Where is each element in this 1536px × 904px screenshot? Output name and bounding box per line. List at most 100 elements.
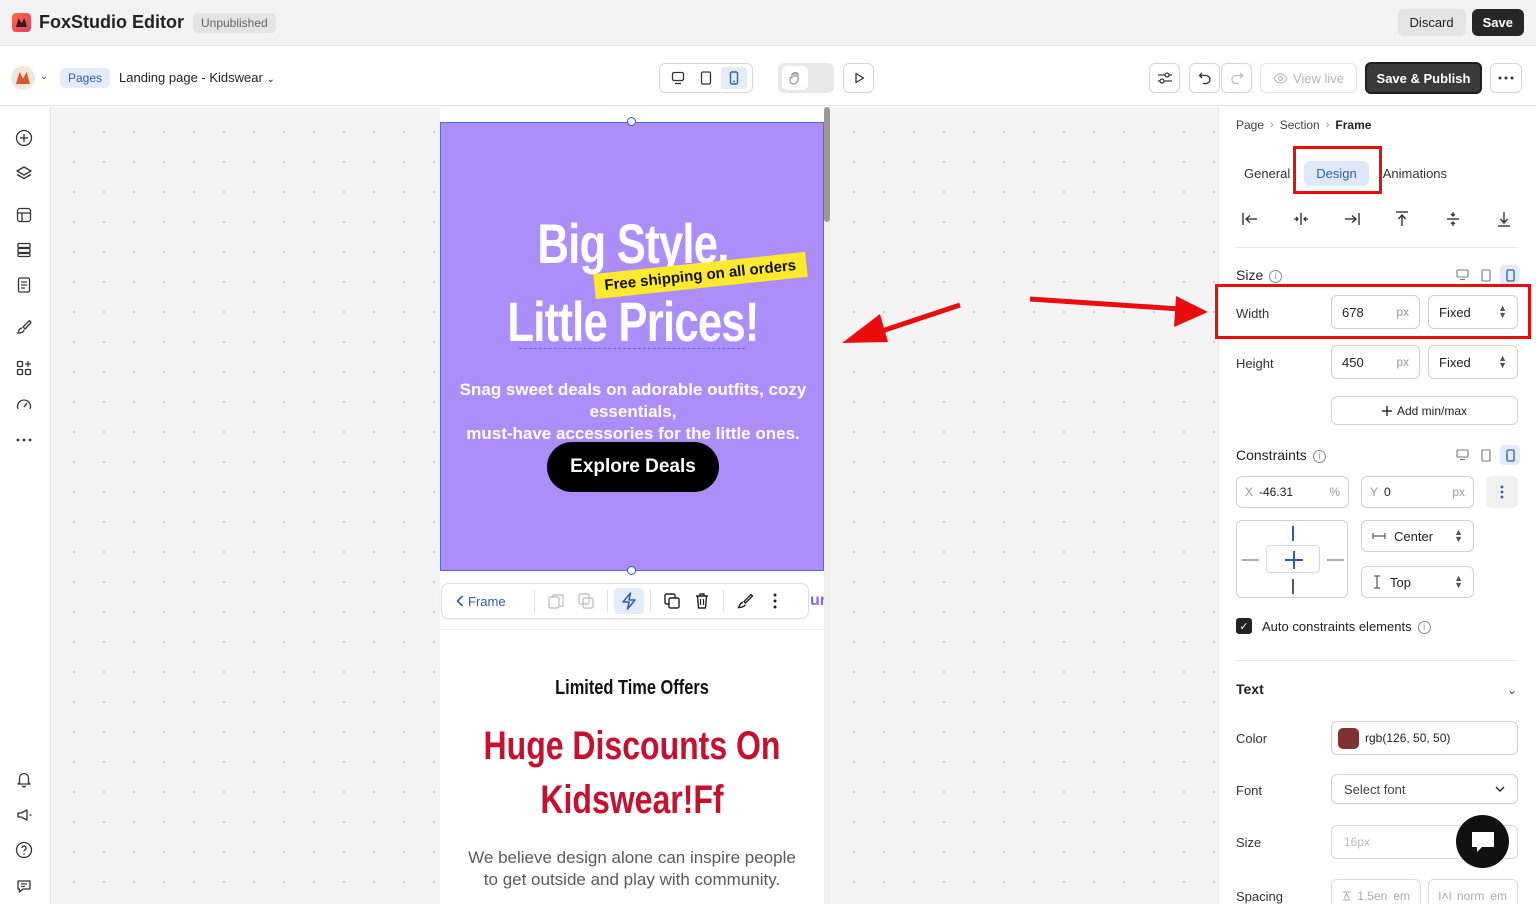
- bell-icon[interactable]: [14, 769, 34, 789]
- height-mode-select[interactable]: Fixed ▲ ▼: [1428, 345, 1518, 379]
- font-select[interactable]: Select font: [1331, 774, 1518, 804]
- interaction-button[interactable]: [614, 588, 644, 614]
- support-chat-button[interactable]: [1456, 815, 1509, 868]
- tablet-icon[interactable]: [1476, 445, 1496, 465]
- help-icon[interactable]: [14, 840, 34, 860]
- info-icon[interactable]: i: [1269, 270, 1283, 283]
- chevron-down-icon[interactable]: ⌄: [40, 71, 48, 82]
- chat-icon[interactable]: [14, 876, 34, 896]
- annotation-highlight-width-row: [1215, 284, 1531, 339]
- constraints-more-button[interactable]: [1486, 476, 1518, 508]
- resize-handle-bottom[interactable]: [627, 566, 636, 575]
- view-live-button[interactable]: View live: [1260, 63, 1357, 93]
- mobile-icon[interactable]: [1500, 265, 1520, 285]
- color-swatch[interactable]: [1338, 727, 1359, 749]
- duplicate-button[interactable]: [657, 588, 687, 614]
- section2-kicker[interactable]: Limited Time Offers: [475, 677, 790, 700]
- style-button[interactable]: [730, 588, 760, 614]
- preview-button[interactable]: [843, 63, 874, 93]
- hero-section[interactable]: Big Style, Little Prices! Free shipping …: [440, 122, 824, 571]
- select-child-button[interactable]: [571, 588, 601, 614]
- mobile-icon[interactable]: [1500, 445, 1520, 465]
- section2-heading[interactable]: Huge Discounts On Kidswear!Ff: [478, 719, 785, 827]
- breadcrumb-section[interactable]: Section: [1280, 118, 1320, 132]
- add-minmax-button[interactable]: Add min/max: [1331, 396, 1518, 425]
- tablet-view-button[interactable]: [693, 67, 719, 89]
- frame-back-button[interactable]: Frame: [442, 594, 528, 609]
- undo-button[interactable]: [1189, 63, 1220, 93]
- mobile-view-button[interactable]: [721, 67, 747, 89]
- more-vertical-icon: [1500, 485, 1504, 499]
- save-publish-button[interactable]: Save & Publish: [1365, 62, 1482, 94]
- redo-button[interactable]: [1221, 63, 1252, 93]
- auto-constraints-checkbox[interactable]: ✓: [1236, 618, 1252, 634]
- constraint-center-box[interactable]: [1266, 545, 1320, 573]
- align-center-v-button[interactable]: [1443, 209, 1463, 229]
- x-position-input[interactable]: X -46.31 %: [1236, 476, 1349, 508]
- page-selector[interactable]: Landing page - Kidswear ⌄: [119, 70, 275, 85]
- more-actions-button[interactable]: [760, 588, 790, 614]
- delete-button[interactable]: [687, 588, 717, 614]
- view-live-label: View live: [1292, 70, 1345, 86]
- brush-icon[interactable]: [14, 317, 34, 337]
- text-section-label[interactable]: Text: [1236, 681, 1264, 697]
- info-icon[interactable]: i: [1417, 621, 1431, 634]
- align-center-horizontal-icon: [1293, 213, 1308, 225]
- select-parent-button[interactable]: [541, 588, 571, 614]
- preview-scrollbar[interactable]: [824, 107, 830, 904]
- sections-icon[interactable]: [14, 205, 34, 225]
- resize-handle-top[interactable]: [627, 117, 636, 126]
- desktop-icon[interactable]: [1452, 265, 1472, 285]
- desktop-icon[interactable]: [1452, 445, 1472, 465]
- add-icon[interactable]: [14, 128, 34, 148]
- align-right-button[interactable]: [1342, 209, 1362, 229]
- pages-button[interactable]: Pages: [60, 68, 111, 88]
- settings-button[interactable]: [1149, 63, 1180, 93]
- scrollbar-thumb[interactable]: [824, 107, 830, 222]
- pages-icon[interactable]: [14, 275, 34, 295]
- templates-icon[interactable]: [14, 240, 34, 260]
- align-top-button[interactable]: [1392, 209, 1412, 229]
- font-placeholder: Select font: [1344, 781, 1406, 797]
- desktop-view-button[interactable]: [665, 67, 691, 89]
- tablet-icon[interactable]: [1476, 265, 1496, 285]
- align-bottom-button[interactable]: [1494, 209, 1514, 229]
- size-row-label: Size: [1236, 835, 1262, 850]
- hand-tool-button[interactable]: [782, 66, 808, 90]
- divider: [723, 590, 724, 612]
- y-position-input[interactable]: Y 0 px: [1361, 476, 1474, 508]
- store-avatar[interactable]: [11, 66, 35, 90]
- hero-title-line2[interactable]: Little Prices!: [483, 289, 783, 354]
- more-options-button[interactable]: [1490, 63, 1522, 93]
- app-title: FoxStudio Editor: [39, 12, 184, 32]
- tab-animations[interactable]: Animations: [1375, 161, 1455, 186]
- section2-body[interactable]: We believe design alone can inspire peop…: [440, 847, 824, 891]
- discard-button[interactable]: Discard: [1397, 9, 1466, 36]
- color-input[interactable]: rgb(126, 50, 50): [1331, 721, 1518, 755]
- megaphone-icon[interactable]: [14, 805, 34, 825]
- apps-icon[interactable]: [14, 358, 34, 378]
- app-header: FoxStudio Editor Unpublished Discard Sav…: [0, 0, 1536, 46]
- editor-canvas[interactable]: Big Style, Little Prices! Free shipping …: [51, 107, 1218, 904]
- explore-deals-button[interactable]: Explore Deals: [547, 442, 719, 492]
- save-button[interactable]: Save: [1471, 9, 1524, 36]
- undo-icon: [1198, 72, 1211, 85]
- letter-spacing-value: norm: [1456, 889, 1485, 903]
- align-center-h-button[interactable]: [1291, 209, 1311, 229]
- letter-spacing-input[interactable]: norm em: [1428, 879, 1518, 904]
- speed-icon[interactable]: [14, 395, 34, 415]
- vertical-constraint-select[interactable]: Top ▲ ▼: [1361, 566, 1474, 598]
- more-icon[interactable]: [14, 430, 34, 450]
- chevron-down-icon[interactable]: ⌄: [1507, 683, 1517, 697]
- constraints-widget[interactable]: [1236, 520, 1348, 598]
- hero-subtitle[interactable]: Snag sweet deals on adorable outfits, co…: [441, 379, 823, 445]
- align-left-button[interactable]: [1240, 209, 1260, 229]
- breadcrumb-page[interactable]: Page: [1236, 118, 1264, 132]
- tab-general[interactable]: General: [1236, 161, 1298, 186]
- info-icon[interactable]: i: [1312, 450, 1326, 463]
- height-input[interactable]: 450 px: [1331, 345, 1420, 379]
- line-height-input[interactable]: 1.5en em: [1331, 879, 1421, 904]
- interaction-mode-toggle[interactable]: [778, 63, 834, 93]
- layers-icon[interactable]: [14, 163, 34, 183]
- horizontal-constraint-select[interactable]: Center ▲ ▼: [1361, 520, 1474, 552]
